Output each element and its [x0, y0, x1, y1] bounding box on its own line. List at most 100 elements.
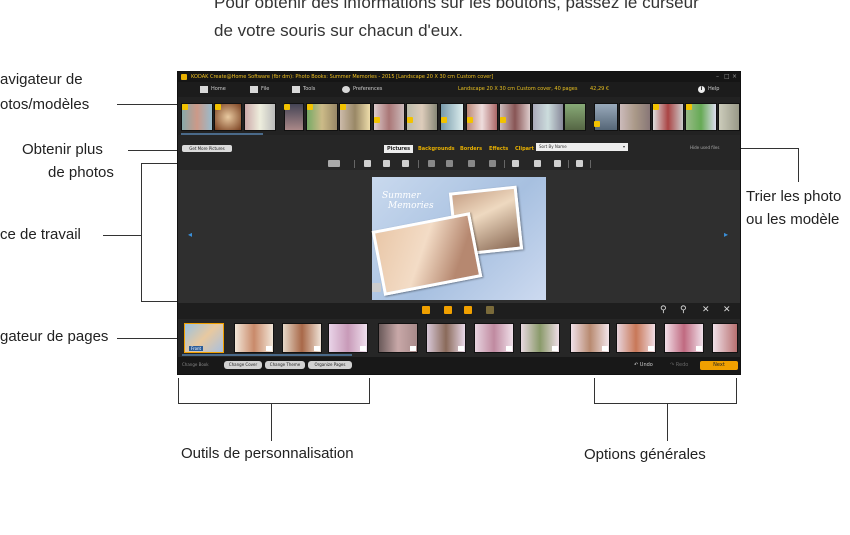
red-eye-icon[interactable] — [554, 160, 561, 167]
layer-up-icon[interactable] — [428, 160, 435, 167]
zoom-in-icon[interactable]: ⚲ — [660, 305, 667, 315]
organize-pages-button[interactable]: Organize Pages — [308, 361, 352, 369]
title-bar: KODAK Create@Home Software (fbr dm): Pho… — [178, 72, 740, 82]
menu-tools[interactable]: Tools — [292, 82, 315, 97]
navigator-thumbnail[interactable] — [619, 103, 651, 131]
get-more-pictures-button[interactable]: Get More Pictures — [182, 145, 232, 152]
workspace-bracket-vertical — [141, 163, 142, 302]
maximize-icon[interactable]: □ — [724, 72, 730, 82]
fill-icon[interactable] — [402, 160, 409, 167]
callout-general-options: Options générales — [584, 446, 706, 463]
menu-preferences[interactable]: Preferences — [342, 82, 382, 97]
page-thumbnail[interactable] — [328, 323, 368, 353]
redo-button[interactable]: ↷ Redo — [670, 362, 688, 368]
callout-sort-line1: Trier les photo — [746, 188, 842, 205]
layout-icon[interactable] — [422, 306, 430, 314]
workspace: ◂ ▸ Summer Memories — [178, 170, 740, 303]
page-thumbnail[interactable] — [234, 323, 274, 353]
collapse-icon[interactable]: ✕ — [702, 305, 710, 315]
page-thumbnail[interactable]: Front — [184, 323, 224, 353]
change-cover-button[interactable]: Change Cover — [224, 361, 262, 369]
navigator-thumbnail[interactable] — [532, 103, 564, 131]
page-number — [552, 346, 558, 351]
book-page[interactable]: Summer Memories — [371, 177, 546, 300]
used-check-icon — [215, 104, 221, 110]
menu-tools-label: Tools — [303, 86, 316, 92]
page-thumbnail[interactable] — [474, 323, 514, 353]
hide-used-files-toggle[interactable]: Hide used files — [690, 145, 719, 150]
page-number — [266, 346, 272, 351]
workspace-toolbar — [178, 158, 740, 170]
navigator-thumbnail[interactable] — [564, 103, 586, 131]
menu-file[interactable]: File — [250, 82, 269, 97]
page-thumbnail[interactable] — [664, 323, 704, 353]
photo-template-navigator — [178, 97, 740, 135]
page-thumbnail[interactable] — [520, 323, 560, 353]
page-thumbnail[interactable] — [570, 323, 610, 353]
undo-button[interactable]: ↶ Undo — [634, 362, 653, 368]
navigator-thumbnail[interactable] — [244, 103, 276, 131]
send-back-icon[interactable] — [489, 160, 496, 167]
used-check-icon — [686, 104, 692, 110]
menu-bar: Home File Tools Preferences Landscape 20… — [178, 82, 740, 97]
page-number — [360, 346, 366, 351]
page-thumbnail[interactable] — [712, 323, 738, 353]
tab-backgrounds[interactable]: Backgrounds — [418, 145, 455, 153]
next-button[interactable]: Next — [700, 361, 738, 370]
menu-help[interactable]: i Help — [698, 82, 719, 97]
page-toolbar: ⚲ ⚲ ✕ ✕ — [178, 303, 740, 319]
navigator-thumbnail[interactable] — [718, 103, 740, 131]
previous-page-arrow-icon[interactable]: ◂ — [188, 230, 192, 239]
folder-icon — [250, 86, 258, 93]
used-check-icon — [467, 117, 473, 123]
tab-clipart[interactable]: Clipart — [515, 145, 534, 153]
page-number — [602, 346, 608, 351]
home-icon — [200, 86, 208, 93]
page-title-line1: Summer — [382, 191, 421, 201]
delete-icon[interactable] — [576, 160, 583, 167]
change-book-button[interactable]: Change Book — [182, 362, 209, 367]
menu-home-label: Home — [211, 86, 226, 92]
close-icon[interactable]: × — [732, 72, 737, 82]
rotate-left-icon[interactable] — [534, 160, 541, 167]
page-settings-icon[interactable] — [372, 283, 381, 292]
bottom-bar: Change Book Change Cover Change Theme Or… — [178, 357, 740, 374]
tab-effects[interactable]: Effects — [489, 145, 508, 153]
fit-icon[interactable] — [383, 160, 390, 167]
select-tool-icon[interactable] — [328, 160, 340, 167]
gear-icon — [342, 86, 350, 93]
page-thumbnail[interactable] — [378, 323, 418, 353]
page-title-line2: Memories — [388, 201, 434, 211]
duplicate-page-icon[interactable] — [486, 306, 494, 314]
used-check-icon — [407, 117, 413, 123]
picture-toolbar: Get More Pictures Pictures Backgrounds B… — [178, 135, 740, 158]
menu-home[interactable]: Home — [200, 82, 226, 97]
page-navigator-scrollbar[interactable] — [182, 354, 352, 356]
add-page-icon[interactable] — [444, 306, 452, 314]
crop-icon[interactable] — [364, 160, 371, 167]
minimize-icon[interactable]: – — [716, 72, 719, 82]
app-window: KODAK Create@Home Software (fbr dm): Pho… — [178, 72, 740, 374]
next-page-arrow-icon[interactable]: ▸ — [724, 230, 728, 239]
rotate-right-icon[interactable] — [512, 160, 519, 167]
toolbar-separator — [418, 160, 419, 168]
cover-label: Front — [189, 346, 204, 351]
change-theme-button[interactable]: Change Theme — [265, 361, 305, 369]
page-thumbnail[interactable] — [426, 323, 466, 353]
page-thumbnail[interactable] — [616, 323, 656, 353]
used-check-icon — [500, 117, 506, 123]
tab-borders[interactable]: Borders — [460, 145, 482, 153]
page-photo[interactable] — [371, 212, 483, 296]
sort-dropdown[interactable]: Sort By Name ▾ — [536, 143, 628, 151]
callout-line-workspace — [103, 235, 141, 236]
used-check-icon — [182, 104, 188, 110]
toolbar-separator — [568, 160, 569, 168]
page-thumbnail[interactable] — [282, 323, 322, 353]
expand-icon[interactable]: ✕ — [723, 305, 731, 315]
tab-pictures[interactable]: Pictures — [384, 145, 414, 153]
used-check-icon — [307, 104, 313, 110]
zoom-out-icon[interactable]: ⚲ — [680, 305, 687, 315]
layer-down-icon[interactable] — [446, 160, 453, 167]
bring-front-icon[interactable] — [468, 160, 475, 167]
export-page-icon[interactable] — [464, 306, 472, 314]
